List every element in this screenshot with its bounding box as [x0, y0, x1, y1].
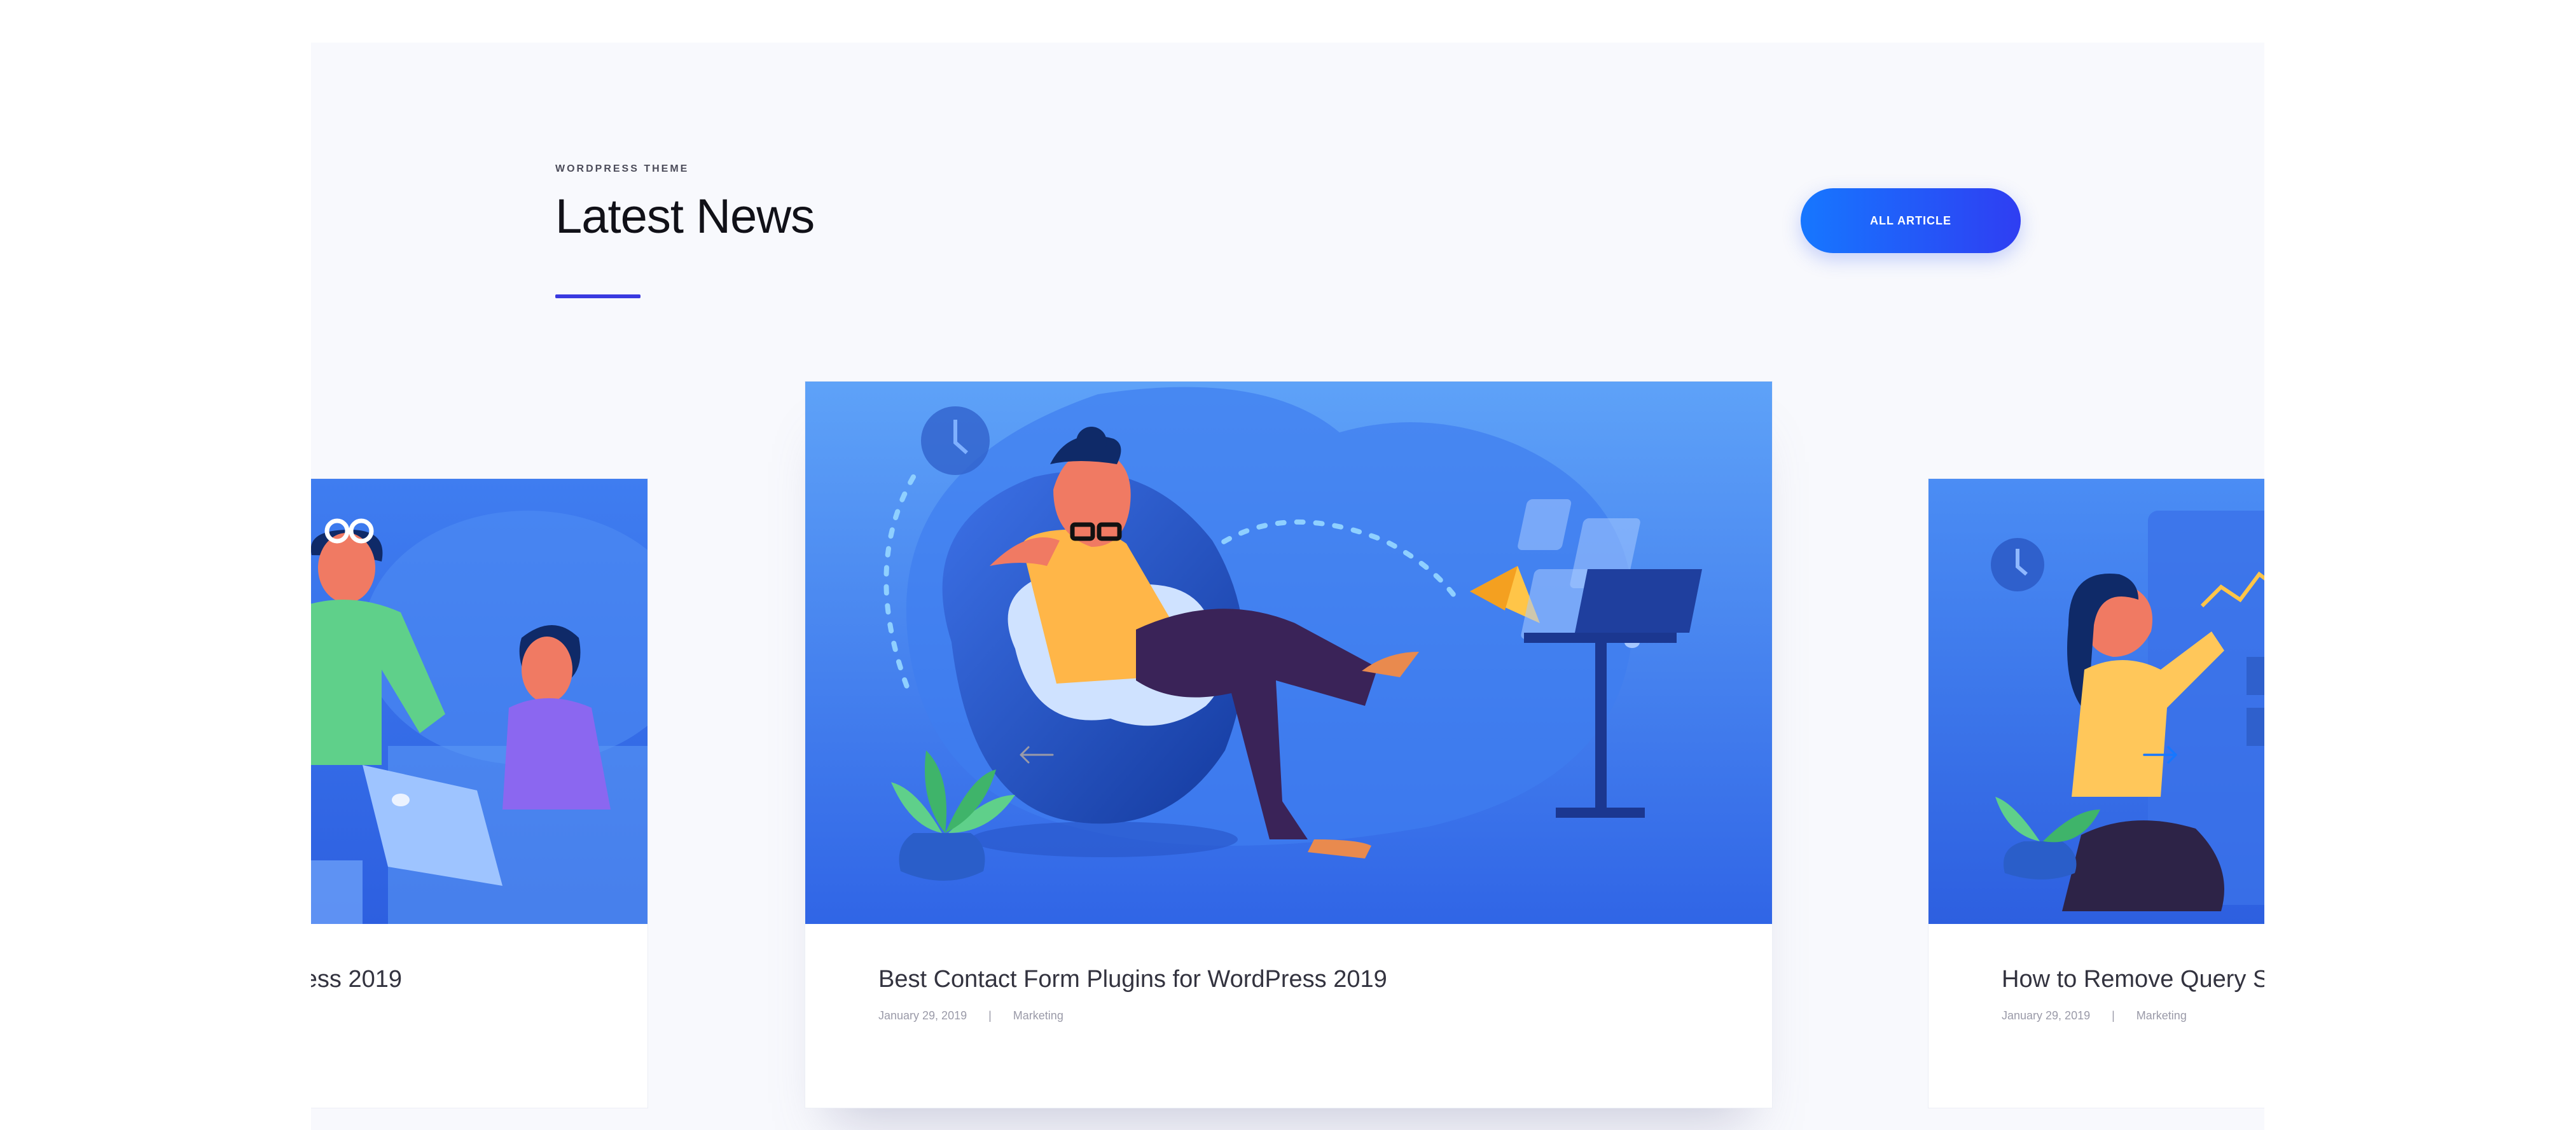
card-meta: January 29, 2019 | Marketing: [878, 1009, 1063, 1023]
arrow-right-icon: [2143, 746, 2177, 764]
news-card-right[interactable]: How to Remove Query St January 29, 2019 |…: [1928, 478, 2264, 1108]
illustration-team-laptop: [311, 479, 647, 924]
card-date: January 29, 2019: [878, 1009, 967, 1022]
card-image-team-laptop[interactable]: [311, 479, 647, 924]
meta-separator: |: [988, 1009, 992, 1022]
meta-separator: |: [2112, 1009, 2115, 1022]
card-title-right[interactable]: How to Remove Query St: [2002, 966, 2264, 993]
illustration-woman-chart: [1929, 479, 2264, 924]
all-article-button[interactable]: ALL ARTICLE: [1801, 188, 2021, 253]
latest-news-section: WORDPRESS THEME Latest News ALL ARTICLE: [311, 43, 2264, 1130]
section-title: Latest News: [555, 189, 815, 244]
card-meta: January 29, 2019 | Marketing: [2002, 1009, 2187, 1023]
carousel-prev-button[interactable]: [1014, 736, 1058, 774]
title-underline: [555, 294, 641, 298]
arrow-left-icon: [1020, 746, 1054, 764]
card-category[interactable]: Marketing: [1013, 1009, 1063, 1022]
section-eyebrow: WORDPRESS THEME: [555, 163, 689, 174]
news-card-center[interactable]: Best Contact Form Plugins for WordPress …: [805, 381, 1773, 1108]
card-date: January 29, 2019: [2002, 1009, 2091, 1022]
card-title-center[interactable]: Best Contact Form Plugins for WordPress …: [878, 966, 1387, 993]
card-category[interactable]: Marketing: [2136, 1009, 2187, 1022]
card-image-relaxing-man[interactable]: [805, 382, 1772, 924]
illustration-relaxing-man: [805, 382, 1772, 924]
carousel-next-button[interactable]: [2138, 736, 2183, 774]
news-card-left[interactable]: ess 2019: [311, 478, 648, 1108]
card-title-left[interactable]: ess 2019: [311, 966, 402, 993]
card-image-woman-chart[interactable]: [1929, 479, 2264, 924]
